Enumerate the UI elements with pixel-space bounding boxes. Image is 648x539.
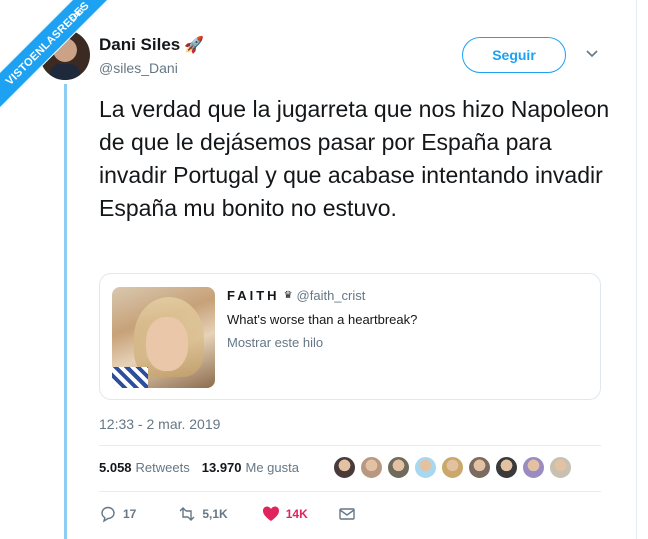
message-action[interactable]	[338, 505, 356, 523]
likes-label[interactable]: Me gusta	[246, 460, 299, 475]
like-action[interactable]: 14K	[262, 505, 308, 523]
quoted-tweet-card[interactable]: FAITH ♛ @faith_crist What's worse than a…	[99, 273, 601, 400]
reply-count: 17	[123, 507, 137, 521]
quoted-author-name: FAITH	[227, 288, 280, 303]
retweet-action[interactable]: 5,1K	[178, 505, 228, 523]
liker-avatar[interactable]	[468, 456, 491, 479]
author-name-row[interactable]: Dani Siles 🚀	[99, 35, 204, 55]
retweet-count: 5,1K	[202, 507, 228, 521]
reply-action[interactable]: 17	[99, 505, 136, 523]
show-thread-link[interactable]: Mostrar este hilo	[227, 335, 323, 350]
envelope-icon[interactable]	[338, 505, 356, 523]
like-count: 14K	[285, 507, 308, 521]
quoted-tweet-image	[112, 287, 215, 388]
heart-icon[interactable]	[262, 505, 280, 523]
quoted-tweet-text: What's worse than a heartbreak?	[227, 312, 418, 327]
chevron-down-icon[interactable]	[585, 47, 599, 61]
follow-button[interactable]: Seguir	[462, 37, 566, 73]
reply-icon[interactable]	[99, 505, 117, 523]
quoted-author-handle: @faith_crist	[296, 288, 366, 303]
liker-avatar[interactable]	[441, 456, 464, 479]
rocket-icon: 🚀	[184, 37, 205, 54]
quoted-author-row: FAITH ♛ @faith_crist	[227, 288, 365, 303]
liker-avatar[interactable]	[387, 456, 410, 479]
crown-icon: ♛	[283, 290, 293, 301]
liker-avatar[interactable]	[495, 456, 518, 479]
likers-avatars[interactable]	[333, 456, 572, 479]
right-border	[636, 0, 637, 539]
liker-avatar[interactable]	[360, 456, 383, 479]
likes-count[interactable]: 13.970	[202, 460, 242, 475]
divider	[99, 491, 601, 492]
author-handle[interactable]: @siles_Dani	[99, 60, 178, 76]
tweet-text: La verdad que la jugarreta que nos hizo …	[99, 96, 610, 221]
tweet-stats: 5.058 Retweets 13.970 Me gusta	[99, 460, 311, 475]
retweets-count[interactable]: 5.058	[99, 460, 132, 475]
liker-avatar[interactable]	[549, 456, 572, 479]
liker-avatar[interactable]	[522, 456, 545, 479]
tweet-actions: 17 5,1K 14K	[99, 505, 356, 523]
retweet-icon[interactable]	[178, 505, 196, 523]
author-name[interactable]: Dani Siles	[99, 35, 180, 55]
liker-avatar[interactable]	[414, 456, 437, 479]
liker-avatar[interactable]	[333, 456, 356, 479]
divider	[99, 445, 601, 446]
retweets-label[interactable]: Retweets	[136, 460, 190, 475]
tweet-timestamp[interactable]: 12:33 - 2 mar. 2019	[99, 416, 220, 432]
thread-line	[64, 84, 67, 539]
